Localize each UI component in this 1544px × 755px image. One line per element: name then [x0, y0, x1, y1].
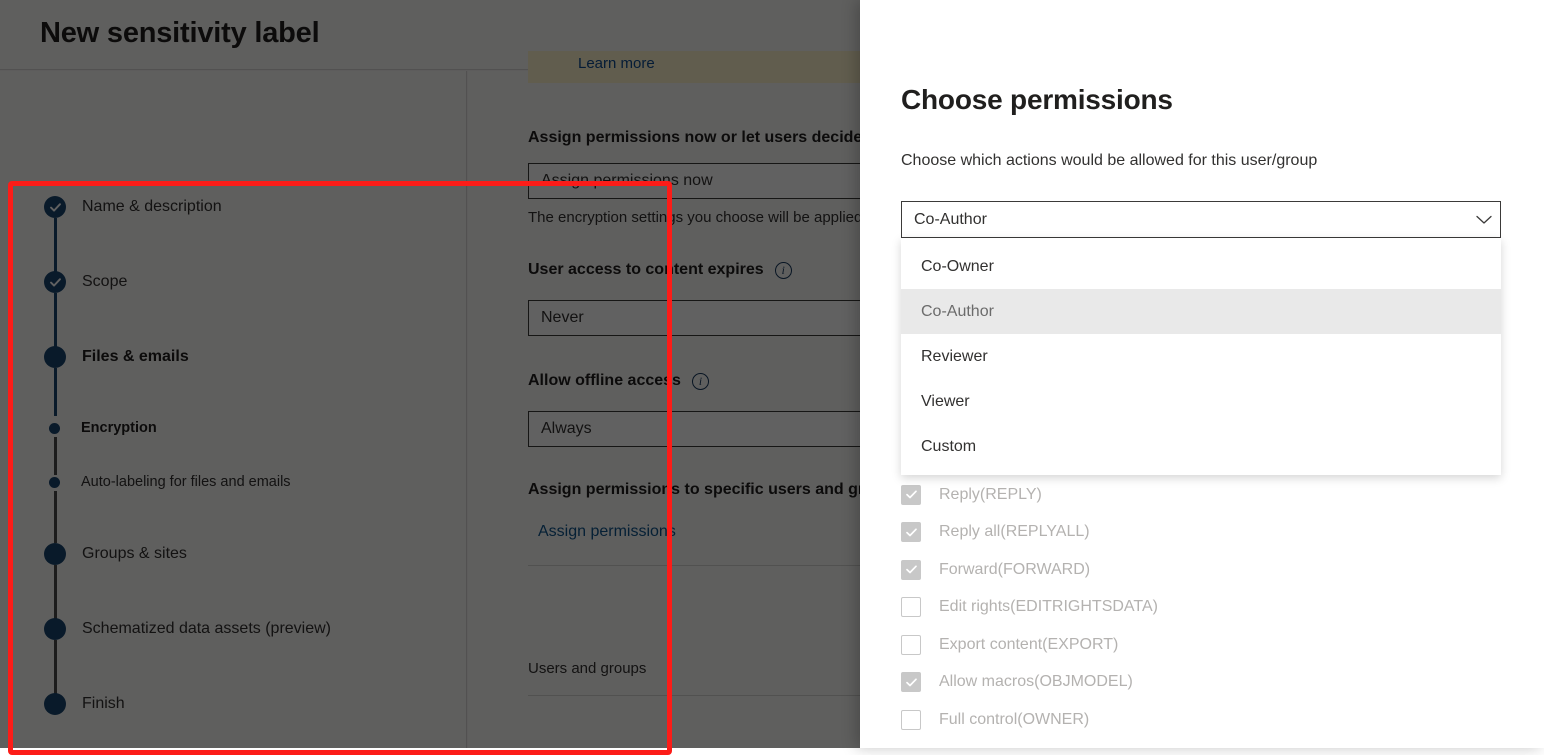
step-connector: [54, 437, 57, 475]
chevron-down-icon[interactable]: [1468, 215, 1500, 225]
permission-level-dropdown-list[interactable]: Co-Owner Co-Author Reviewer Viewer Custo…: [901, 238, 1501, 475]
step-pending-icon: [44, 543, 66, 565]
checkbox-label: Reply(REPLY): [939, 485, 1042, 503]
dropdown-option-viewer[interactable]: Viewer: [901, 379, 1501, 424]
sidebar-item-label: Groups & sites: [82, 545, 187, 562]
step-connector: [54, 368, 57, 416]
panel-subtitle: Choose which actions would be allowed fo…: [901, 152, 1318, 169]
learn-more-link[interactable]: Learn more: [578, 55, 655, 72]
step-sub-icon: [49, 476, 60, 488]
sidebar-item-schematized-data-assets[interactable]: Schematized data assets (preview): [44, 618, 331, 640]
checkbox-label: Full control(OWNER): [939, 710, 1090, 728]
checkbox-row-forward[interactable]: Forward(FORWARD): [901, 551, 1501, 589]
assign-permissions-mode-label: Assign permissions now or let users deci…: [528, 129, 873, 146]
sidebar-item-finish[interactable]: Finish: [44, 693, 125, 715]
permission-checkbox-list: Reply(REPLY) Reply all(REPLYALL) Forward…: [901, 476, 1501, 739]
wizard-step-rail: Name & description Scope Files & emails …: [0, 71, 467, 748]
dropdown-option-co-owner[interactable]: Co-Owner: [901, 244, 1501, 289]
sidebar-item-label: Auto-labeling for files and emails: [81, 474, 291, 490]
step-connector: [54, 491, 57, 543]
permission-level-value: Co-Author: [914, 210, 987, 228]
panel-title: Choose permissions: [901, 84, 1173, 115]
step-sub-icon: [49, 422, 60, 434]
info-icon[interactable]: i: [774, 261, 792, 279]
checkbox-label: Forward(FORWARD): [939, 560, 1091, 578]
step-check-icon: [44, 271, 66, 293]
permission-level-combobox[interactable]: Co-Author: [901, 201, 1501, 238]
step-pending-icon: [44, 618, 66, 640]
checkbox-label: Edit rights(EDITRIGHTSDATA): [939, 598, 1158, 616]
dropdown-option-co-author[interactable]: Co-Author: [901, 289, 1501, 334]
step-current-icon: [44, 346, 66, 368]
step-pending-icon: [44, 693, 66, 715]
page-title: New sensitivity label: [40, 17, 320, 49]
checkbox-row-full-control[interactable]: Full control(OWNER): [901, 701, 1501, 739]
checkbox-unchecked-icon[interactable]: [901, 597, 921, 618]
sidebar-item-label: Files & emails: [82, 348, 189, 365]
sidebar-item-label: Encryption: [81, 420, 157, 436]
allow-offline-access-label: Allow offline access i: [528, 372, 709, 390]
step-check-icon: [44, 196, 66, 218]
sidebar-item-label: Name & description: [82, 198, 222, 215]
checkbox-row-allow-macros[interactable]: Allow macros(OBJMODEL): [901, 664, 1501, 702]
checkbox-row-reply-all[interactable]: Reply all(REPLYALL): [901, 514, 1501, 552]
sidebar-item-label: Finish: [82, 695, 125, 712]
sidebar-item-scope[interactable]: Scope: [44, 271, 127, 293]
user-access-expires-label: User access to content expires i: [528, 261, 792, 279]
checkbox-checked-icon[interactable]: [901, 522, 921, 543]
choose-permissions-panel: Choose permissions Choose which actions …: [860, 0, 1544, 748]
assign-permissions-helper-text: The encryption settings you choose will …: [528, 209, 863, 226]
checkbox-row-reply[interactable]: Reply(REPLY): [901, 476, 1501, 514]
checkbox-checked-icon[interactable]: [901, 559, 921, 580]
sidebar-item-label: Schematized data assets (preview): [82, 620, 331, 637]
checkbox-label: Allow macros(OBJMODEL): [939, 673, 1133, 691]
sidebar-item-files-emails[interactable]: Files & emails: [44, 346, 189, 368]
checkbox-label: Reply all(REPLYALL): [939, 523, 1090, 541]
sidebar-item-encryption[interactable]: Encryption: [44, 420, 157, 436]
assign-specific-users-label: Assign permissions to specific users and…: [528, 481, 903, 498]
checkbox-unchecked-icon[interactable]: [901, 709, 921, 730]
checkbox-checked-icon[interactable]: [901, 672, 921, 693]
sidebar-item-name-description[interactable]: Name & description: [44, 196, 222, 218]
checkbox-unchecked-icon[interactable]: [901, 634, 921, 655]
info-icon[interactable]: i: [691, 372, 709, 390]
sidebar-item-label: Scope: [82, 273, 128, 290]
sidebar-item-auto-labeling[interactable]: Auto-labeling for files and emails: [44, 474, 291, 490]
dropdown-option-custom[interactable]: Custom: [901, 424, 1501, 469]
checkbox-checked-icon[interactable]: [901, 484, 921, 505]
checkbox-label: Export content(EXPORT): [939, 635, 1119, 653]
assign-permissions-link[interactable]: Assign permissions: [538, 523, 676, 541]
users-and-groups-label: Users and groups: [528, 660, 647, 677]
sidebar-item-groups-sites[interactable]: Groups & sites: [44, 543, 187, 565]
dropdown-option-reviewer[interactable]: Reviewer: [901, 334, 1501, 379]
checkbox-row-export-content[interactable]: Export content(EXPORT): [901, 626, 1501, 664]
checkbox-row-edit-rights[interactable]: Edit rights(EDITRIGHTSDATA): [901, 589, 1501, 627]
